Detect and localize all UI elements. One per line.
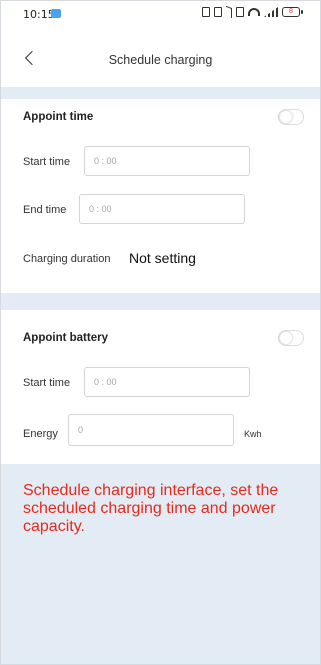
charging-duration-label: Charging duration bbox=[23, 253, 111, 265]
end-time-input[interactable] bbox=[79, 194, 245, 224]
appoint-battery-title: Appoint battery bbox=[23, 332, 108, 344]
battery-level: 8 bbox=[289, 8, 293, 15]
battery-start-time-input[interactable] bbox=[84, 367, 250, 397]
app-frame: 10:15 8 Schedule charging Appoint time S… bbox=[0, 0, 321, 665]
wifi-icon bbox=[248, 8, 260, 16]
status-icons: 8 bbox=[202, 5, 303, 19]
page-title: Schedule charging bbox=[108, 53, 213, 67]
energy-unit: Kwh bbox=[244, 429, 262, 439]
end-time-label: End time bbox=[23, 204, 67, 216]
toggle-knob bbox=[280, 332, 292, 344]
status-time: 10:15 bbox=[23, 8, 55, 21]
start-time-input[interactable] bbox=[84, 146, 250, 176]
toggle-knob bbox=[280, 111, 292, 123]
section-divider bbox=[1, 293, 320, 310]
signal-icon bbox=[264, 7, 278, 17]
appoint-time-title: Appoint time bbox=[23, 111, 94, 123]
notification-app-icon bbox=[51, 9, 61, 18]
appoint-battery-toggle[interactable] bbox=[278, 330, 304, 346]
vibrate-icon bbox=[236, 7, 244, 17]
header: Schedule charging bbox=[1, 41, 320, 81]
appoint-time-toggle[interactable] bbox=[278, 109, 304, 125]
caption-text: Schedule charging interface, set the sch… bbox=[23, 482, 279, 535]
caption-area: Schedule charging interface, set the sch… bbox=[1, 464, 320, 664]
charging-duration-value: Not setting bbox=[129, 250, 196, 266]
energy-input[interactable] bbox=[68, 414, 234, 446]
start-time-label: Start time bbox=[23, 156, 71, 168]
battery-icon: 8 bbox=[282, 7, 303, 17]
bluetooth-icon bbox=[226, 5, 232, 19]
sim-icon bbox=[214, 7, 222, 17]
section-divider bbox=[1, 87, 320, 99]
status-bar: 10:15 8 bbox=[1, 1, 320, 27]
nfc-icon bbox=[202, 7, 210, 17]
energy-label: Energy bbox=[23, 428, 58, 440]
battery-start-time-label: Start time bbox=[23, 377, 71, 389]
